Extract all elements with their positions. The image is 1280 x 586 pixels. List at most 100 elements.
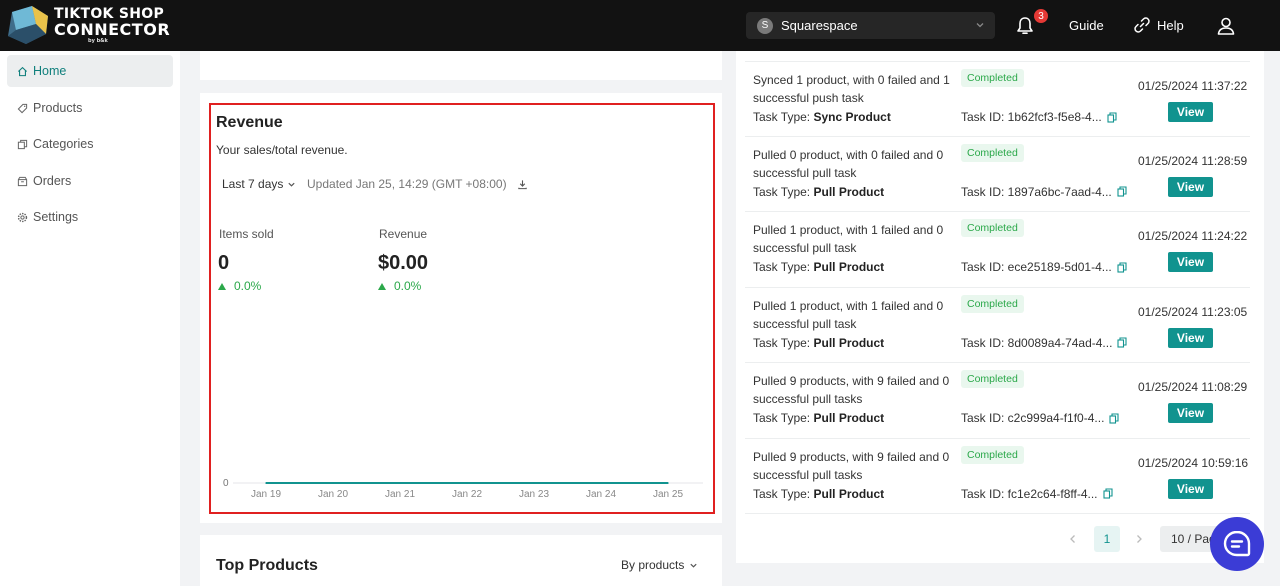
status-badge: Completed: [961, 294, 1024, 313]
task-time: 01/25/2024 10:59:16: [1138, 455, 1249, 470]
chart-point: [399, 482, 401, 484]
view-button[interactable]: View: [1168, 403, 1213, 423]
gear-icon: [17, 212, 28, 222]
chat-button[interactable]: [1210, 517, 1264, 571]
task-id: Task ID: fc1e2c64-f8ff-4...: [961, 487, 1113, 501]
chart-point: [466, 482, 468, 484]
sidebar-item-label: Home: [33, 64, 67, 78]
store-name: Squarespace: [781, 18, 858, 33]
x-tick-label: Jan 22: [452, 489, 482, 500]
sidebar-item-label: Products: [33, 101, 83, 115]
task-type-value: Pull Product: [813, 411, 885, 425]
guide-link[interactable]: Guide: [1069, 18, 1104, 33]
task-id-text: Task ID: 1897a6bc-7aad-4...: [961, 184, 1112, 199]
help-link[interactable]: Help: [1133, 16, 1184, 34]
logo-text-line3: by b&k: [88, 37, 108, 44]
task-time: 01/25/2024 11:23:05: [1138, 304, 1248, 319]
task-type-label: Task Type:: [753, 110, 811, 124]
sidebar-item-settings[interactable]: Settings: [7, 201, 173, 233]
chart-point: [667, 482, 669, 484]
copy-icon[interactable]: [1107, 111, 1117, 123]
chat-icon: [1223, 530, 1251, 557]
copy-icon[interactable]: [1102, 488, 1113, 499]
task-id-text: Task ID: 8d0089a4-74ad-4...: [961, 335, 1113, 350]
metric-revenue-value: $0.00: [378, 252, 429, 274]
revenue-subtitle: Your sales/total revenue.: [216, 143, 348, 157]
task-id-text: Task ID: 1b62fcf3-f5e8-4...: [961, 110, 1102, 124]
by-products-label: By products: [621, 558, 685, 572]
task-row: Synced 1 product, with 0 failed and 1 su…: [745, 61, 1250, 137]
task-description: Pulled 9 products, with 9 failed and 0 s…: [753, 449, 950, 482]
task-type-label: Task Type:: [753, 335, 811, 350]
metric-items-sold-value: 0: [218, 252, 230, 274]
date-range-select[interactable]: Last 7 days: [222, 177, 296, 191]
delta-text: 0.0%: [394, 279, 422, 293]
download-icon[interactable]: [517, 179, 528, 190]
top-card: [200, 51, 722, 80]
home-icon: [17, 66, 28, 76]
task-row: Pulled 1 product, with 1 failed and 0 su…: [745, 212, 1250, 288]
user-icon[interactable]: [1216, 16, 1236, 36]
app-logo[interactable]: TIKTOK SHOP CONNECTOR by b&k: [6, 4, 170, 46]
task-type-value: Pull Product: [813, 486, 885, 501]
sidebar-item-label: Categories: [33, 137, 94, 151]
status-badge: Completed: [961, 219, 1024, 237]
task-row: Pulled 1 product, with 1 failed and 0 su…: [745, 288, 1250, 363]
task-type-label: Task Type:: [753, 411, 811, 425]
top-products-title: Top Products: [216, 557, 318, 574]
task-id: Task ID: c2c999a4-f1f0-4...: [961, 411, 1119, 425]
task-id-text: Task ID: ece25189-5d01-4...: [961, 260, 1112, 274]
link-icon: [1134, 17, 1150, 33]
copy-icon[interactable]: [1117, 337, 1127, 348]
task-type-value: Pull Product: [813, 184, 885, 199]
task-type-label: Task Type:: [753, 486, 811, 501]
metric-revenue-label: Revenue: [379, 227, 428, 241]
task-time: 01/25/2024 11:24:22: [1138, 229, 1248, 243]
view-button[interactable]: View: [1168, 327, 1213, 348]
task-type-label: Task Type:: [753, 184, 811, 199]
task-id-text: Task ID: c2c999a4-f1f0-4...: [961, 411, 1105, 425]
view-button[interactable]: View: [1168, 102, 1213, 122]
x-tick-label: Jan 21: [385, 489, 415, 500]
task-type: Task Type: Sync Product: [753, 110, 891, 124]
sidebar-item-products[interactable]: Products: [7, 92, 173, 124]
chart-point: [332, 482, 334, 484]
task-row: Pulled 9 products, with 9 failed and 0 s…: [745, 439, 1250, 514]
x-tick-label: Jan 23: [519, 489, 549, 500]
bell-icon[interactable]: [1015, 16, 1035, 36]
chevron-down-icon: [690, 563, 697, 568]
store-select[interactable]: S Squarespace: [746, 12, 995, 39]
task-id: Task ID: 8d0089a4-74ad-4...: [961, 336, 1127, 350]
x-tick-label: Jan 24: [586, 489, 616, 500]
chevron-left-icon[interactable]: [1068, 533, 1078, 545]
task-id-text: Task ID: fc1e2c64-f8ff-4...: [961, 486, 1098, 501]
task-list: Synced 1 product, with 0 failed and 1 su…: [745, 61, 1250, 514]
task-type-value: Pull Product: [813, 260, 885, 274]
status-badge: Completed: [961, 445, 1024, 464]
sidebar-item-home[interactable]: Home: [7, 55, 173, 87]
by-products-select[interactable]: By products: [621, 558, 698, 572]
sidebar-item-label: Orders: [33, 174, 72, 188]
view-button[interactable]: View: [1168, 252, 1213, 272]
copy-icon[interactable]: [1109, 412, 1119, 424]
revenue-title: Revenue: [216, 114, 283, 131]
sidebar-item-categories[interactable]: Categories: [7, 128, 173, 160]
view-button[interactable]: View: [1168, 176, 1213, 197]
pagination-page[interactable]: 1: [1094, 526, 1120, 552]
sidebar-item-orders[interactable]: Orders: [7, 165, 173, 197]
chevron-right-icon[interactable]: [1134, 533, 1144, 545]
copy-icon: [17, 139, 28, 149]
task-type: Task Type: Pull Product: [753, 185, 884, 199]
logo-text-line1: TIKTOK SHOP: [54, 5, 165, 22]
chart-point: [265, 482, 267, 484]
view-button[interactable]: View: [1168, 478, 1213, 499]
copy-icon[interactable]: [1117, 186, 1127, 197]
notification-badge: 3: [1033, 8, 1049, 24]
status-badge: Completed: [961, 69, 1024, 87]
status-badge: Completed: [961, 370, 1024, 388]
orders-icon: [17, 176, 28, 186]
copy-icon[interactable]: [1117, 261, 1127, 273]
chart-point: [533, 482, 535, 484]
top-bar: TIKTOK SHOP CONNECTOR by b&k S Squarespa…: [0, 0, 1280, 51]
task-type: Task Type: Pull Product: [753, 487, 884, 501]
